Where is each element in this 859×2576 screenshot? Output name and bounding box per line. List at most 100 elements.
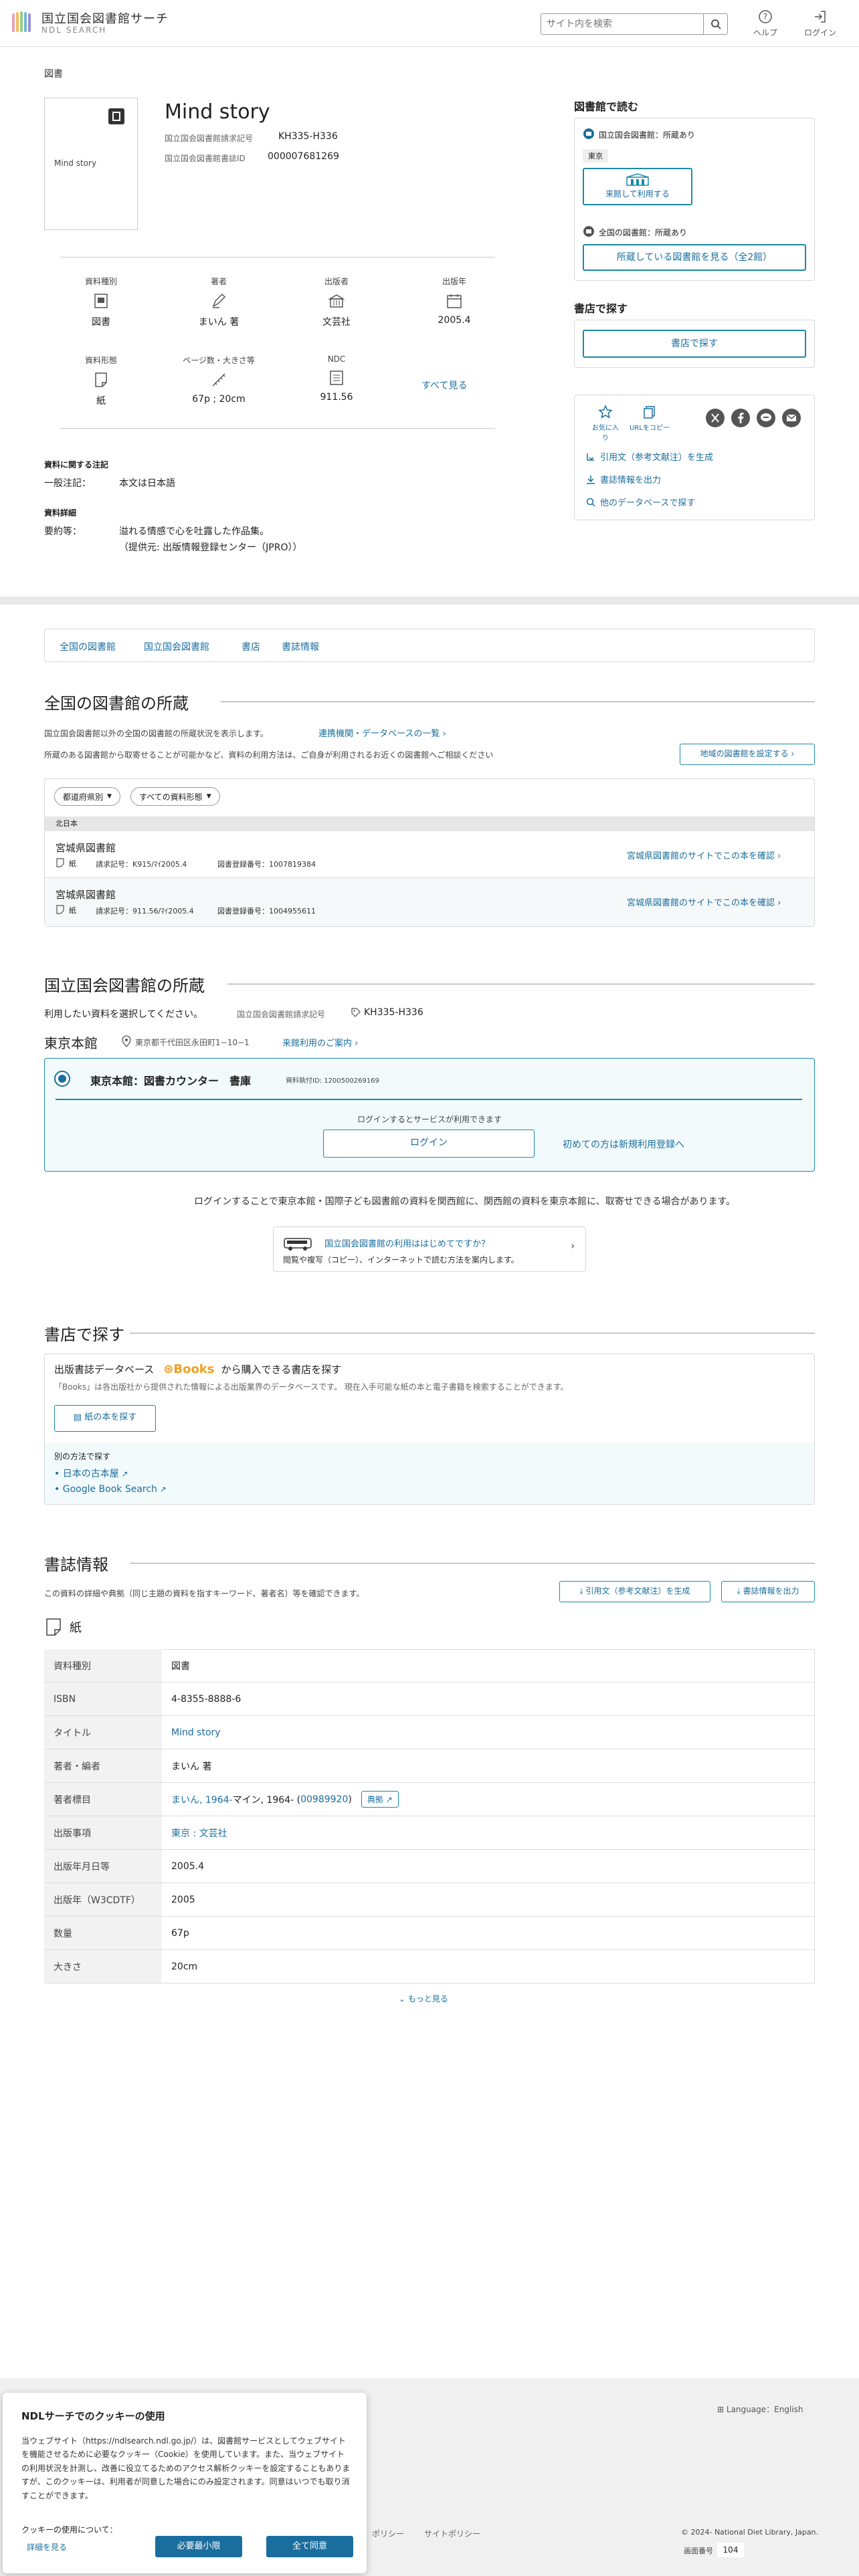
transfer-note: ログインすることで東京本館・国際子ども図書館の資料を関西館に、関西館の資料を東京… <box>194 1196 736 1207</box>
quote-icon <box>587 453 594 461</box>
see-all-link[interactable]: すべて見る <box>421 379 467 392</box>
heading-rule <box>130 1563 815 1564</box>
export-button-label: 書誌情報を出力 <box>743 1586 799 1596</box>
attr-value: 2005.4 <box>438 315 471 326</box>
language-switch[interactable]: ⊞ Language：English <box>717 2403 803 2415</box>
login-button[interactable]: ログイン <box>323 1130 535 1158</box>
login-link[interactable]: ログイン <box>800 9 840 38</box>
shop-button[interactable]: 書店で探す <box>583 330 806 358</box>
export-link[interactable]: 書誌情報を出力 <box>585 473 661 486</box>
holdings-table: 都道府県別 ▼ すべての資料形態 ▼ 北日本 宮城県図書館 紙 請求記号：K915/… <box>44 778 815 927</box>
favorite-button[interactable]: お気に入り <box>589 405 622 442</box>
tab-national-libraries[interactable]: 全国の図書館 <box>60 640 116 653</box>
library-holdings-card: 国立国会図書館：所蔵あり 東京 来館して利用する 全国の図書館：所蔵あり 所蔵し… <box>574 118 815 281</box>
branch-address: 東京都千代田区永田町1−10−1 <box>135 1038 250 1047</box>
summary-source: （提供元: 出版情報登録センター（JPRO）） <box>119 542 302 553</box>
show-more-link[interactable]: ⌄ もっと見る <box>399 1993 448 2004</box>
ruler-icon <box>212 373 225 387</box>
copy-icon <box>644 406 655 419</box>
cite-button[interactable]: ⤓ 引用文（参考文献注）を生成 <box>559 1581 710 1602</box>
books-brand: Books <box>173 1362 215 1376</box>
cookie-banner: NDLサーチでのクッキーの使用 当ウェブサイト（https://ndlsearc… <box>3 2393 367 2573</box>
facebook-share-icon[interactable] <box>731 409 750 427</box>
thumbnail-title: Mind story <box>54 158 97 168</box>
coop-link-label: 連携機関・データベースの一覧 <box>318 729 440 739</box>
kosho-link[interactable]: • 日本の古本屋 <box>54 1467 128 1480</box>
site-title[interactable]: 国立国会図書館サーチ <box>41 9 169 27</box>
publisher-link[interactable]: 東京 : 文芸社 <box>171 1816 227 1849</box>
coop-link[interactable]: 連携機関・データベースの一覧 › <box>318 726 446 739</box>
ndl-call-label: 国立国会図書館請求記号 <box>237 1010 326 1019</box>
mail-share-icon[interactable] <box>782 409 801 427</box>
bookstore-card: 出版書誌データベース ⊛Books から購入できる書店を探す 「Books」は各… <box>44 1354 815 1505</box>
tokyo-badge: 東京 <box>583 149 608 163</box>
library-site-link[interactable]: 宮城県図書館のサイトでこの本を確認 › <box>627 849 781 861</box>
attr-value: 911.56 <box>320 392 353 403</box>
prefecture-filter[interactable]: 都道府県別 ▼ <box>54 787 120 806</box>
first-time-card[interactable]: 国立国会図書館の利用ははじめてですか？ 閲覧や複写（コピー）、インターネットで読… <box>273 1226 586 1272</box>
export-button[interactable]: ⤓ 書誌情報を出力 <box>721 1581 815 1602</box>
row-key: 大きさ <box>44 1950 162 1983</box>
help-link[interactable]: ? ヘルプ <box>745 9 785 38</box>
paper-book-button[interactable]: ▤ 紙の本を探す <box>54 1405 156 1432</box>
row-value: 2005 <box>171 1894 195 1905</box>
holding-call: 請求記号：K915/ﾏｲ2005.4 <box>96 860 187 869</box>
table-row: 出版事項 東京 : 文芸社 <box>44 1816 815 1850</box>
library-site-link-label: 宮城県図書館のサイトでこの本を確認 <box>627 851 775 861</box>
book-thumbnail: Mind story <box>44 98 138 230</box>
cookie-agree-button[interactable]: 全て同意 <box>266 2536 353 2557</box>
tab-ndl[interactable]: 国立国会図書館 <box>144 640 209 653</box>
register-link[interactable]: 初めての方は新規利用登録へ <box>563 1138 684 1151</box>
library-site-link-label: 宮城県図書館のサイトでこの本を確認 <box>627 898 775 908</box>
table-row: ISBN 4-8355-8888-6 <box>44 1683 815 1716</box>
cookie-details-link[interactable]: 詳細を見る <box>27 2541 67 2553</box>
attr-material-type: 資料種別 図書 <box>64 276 138 328</box>
title-link[interactable]: Mind story <box>171 1716 221 1749</box>
form-filter[interactable]: すべての資料形態 ▼ <box>130 787 220 806</box>
policy-link[interactable]: ポリシー <box>372 2528 404 2539</box>
copy-url-button[interactable]: URLをコピー <box>630 405 670 432</box>
cookie-body: 当ウェブサイト（https://ndlsearch.ndl.go.jp/）は、図… <box>21 2436 351 2500</box>
other-db-link[interactable]: 他のデータベースで探す <box>585 496 695 508</box>
login-icon <box>815 11 826 23</box>
favorite-label: お気に入り <box>592 425 619 442</box>
region-header: 北日本 <box>45 817 814 831</box>
search-box <box>541 13 728 35</box>
visit-guide-link[interactable]: 来館利用のご案内 › <box>282 1036 358 1049</box>
site-policy-link[interactable]: サイトポリシー <box>424 2528 480 2539</box>
site-header: 国立国会図書館サーチ NDL SEARCH ? ヘルプ ログイン <box>0 0 859 47</box>
bus-icon <box>284 1238 312 1251</box>
region-button[interactable]: 地域の図書館を設定する › <box>680 744 815 765</box>
tab-bookstore[interactable]: 書店 <box>242 640 260 653</box>
see-libraries-button[interactable]: 所蔵している図書館を見る（全2館） <box>583 244 806 271</box>
form-filter-label: すべての資料形態 <box>139 792 203 802</box>
row-key: タイトル <box>44 1716 162 1749</box>
page-title: Mind story <box>165 100 270 124</box>
attr-publisher: 出版者 文芸社 <box>300 276 373 328</box>
authority-button[interactable]: 典拠 <box>361 1791 399 1808</box>
x-share-icon[interactable] <box>706 409 725 427</box>
search-button[interactable] <box>703 14 727 34</box>
tab-bibliographic[interactable]: 書誌情報 <box>282 640 319 653</box>
line-share-icon[interactable] <box>757 409 775 427</box>
search-input[interactable] <box>541 14 703 34</box>
libraries-icon <box>583 226 594 237</box>
item-radio[interactable] <box>54 1071 70 1087</box>
location-pin-icon <box>122 1035 131 1047</box>
cookie-necessary-button[interactable]: 必要最小限 <box>155 2536 242 2557</box>
library-name: 宮城県図書館 <box>56 889 116 901</box>
google-books-link[interactable]: • Google Book Search <box>54 1484 167 1495</box>
ndl-logo-icon[interactable] <box>11 9 36 35</box>
library-site-link[interactable]: 宮城県図書館のサイトでこの本を確認 › <box>627 895 781 908</box>
search-icon <box>586 498 595 507</box>
cite-link[interactable]: 引用文（参考文献注）を生成 <box>585 450 713 463</box>
download-icon <box>587 475 595 484</box>
visit-button[interactable]: 来館して利用する <box>583 168 692 205</box>
ndl-call-value: KH335-H336 <box>364 1007 423 1018</box>
section-separator <box>0 597 859 605</box>
paper-form-icon <box>46 1618 61 1636</box>
author-id-link[interactable]: 00989920 <box>300 1794 348 1805</box>
author-link[interactable]: まいん, 1964- <box>171 1793 233 1806</box>
visit-guide-link-label: 来館利用のご案内 <box>282 1039 353 1049</box>
shop-heading: 書店で探す <box>574 302 628 315</box>
